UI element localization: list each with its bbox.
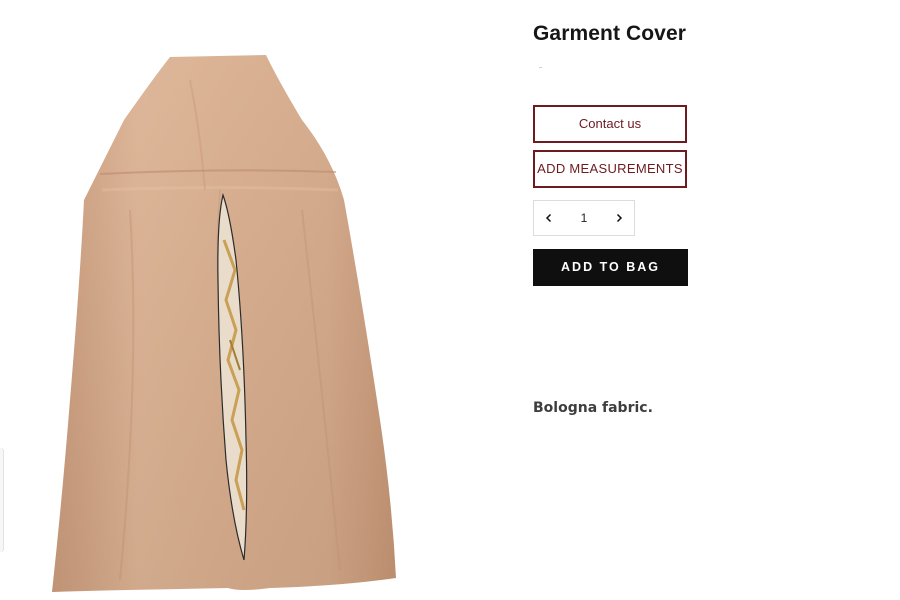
product-details: Garment Cover Contact us ADD MEASUREMENT… (533, 22, 873, 416)
contact-us-button[interactable]: Contact us (533, 105, 687, 143)
add-to-bag-button[interactable]: ADD TO BAG (533, 249, 688, 286)
product-title: Garment Cover (533, 22, 687, 45)
product-description: Bologna fabric. (533, 400, 653, 416)
chevron-left-icon (545, 213, 552, 223)
add-measurements-button[interactable]: ADD MEASUREMENTS (533, 150, 687, 188)
side-tab[interactable] (0, 448, 4, 552)
product-image (40, 40, 420, 600)
chevron-right-icon (616, 213, 623, 223)
quantity-decrease-button[interactable] (534, 201, 564, 235)
price-placeholder (539, 67, 542, 68)
quantity-increase-button[interactable] (604, 201, 634, 235)
quantity-stepper: 1 (533, 200, 635, 236)
product-page: Garment Cover Contact us ADD MEASUREMENT… (0, 0, 900, 600)
quantity-value[interactable]: 1 (581, 211, 588, 225)
